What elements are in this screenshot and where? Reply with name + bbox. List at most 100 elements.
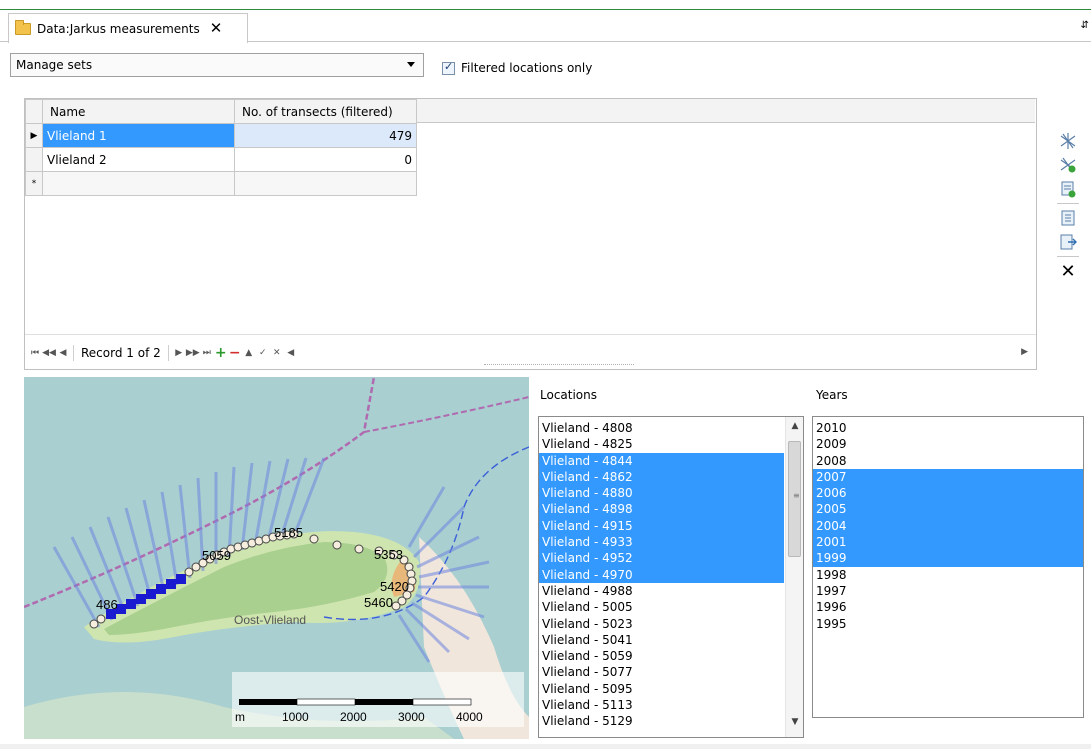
location-list-item[interactable]: Vlieland - 4808 [539, 420, 784, 436]
year-list-item[interactable]: 1996 [813, 599, 1083, 615]
cell-count[interactable]: 479 [234, 123, 417, 148]
location-list-item[interactable]: Vlieland - 4862 [539, 468, 784, 486]
chevron-down-icon [407, 62, 415, 67]
map-label-486: 486 [96, 597, 118, 612]
location-list-item[interactable]: Vlieland - 5023 [539, 616, 784, 632]
filtered-locations-checkbox[interactable] [442, 60, 455, 75]
location-list-item[interactable]: Vlieland - 5113 [539, 697, 784, 713]
scale-tick: 1000 [282, 710, 309, 724]
new-row[interactable]: * [25, 171, 417, 196]
toolbar: Manage sets Filtered locations only [0, 43, 1091, 88]
scroll-right-button[interactable]: ▶ [1021, 347, 1028, 357]
column-header-transects[interactable]: No. of transects (filtered) [234, 99, 417, 124]
next-page-button[interactable]: ▶▶ [186, 344, 200, 362]
export-icon[interactable] [1057, 231, 1079, 253]
locations-items: Vlieland - 4808 Vlieland - 4825 Vlieland -… [539, 417, 803, 730]
year-list-item[interactable]: 2007 [813, 468, 1083, 486]
delete-icon[interactable]: ✕ [1057, 260, 1079, 282]
scroll-thumb[interactable]: ≡ [788, 441, 801, 557]
location-list-item[interactable]: Vlieland - 5005 [539, 599, 784, 615]
scroll-up-icon[interactable]: ▲ [786, 421, 803, 437]
location-list-item[interactable]: Vlieland - 4915 [539, 517, 784, 535]
location-list-item[interactable]: Vlieland - 4952 [539, 550, 784, 567]
map-label-5185: 5185 [274, 525, 303, 540]
year-list-item[interactable]: 1999 [813, 550, 1083, 567]
scale-tick: 3000 [398, 710, 425, 724]
year-list-item[interactable]: 2005 [813, 501, 1083, 518]
grid-header-filler [417, 99, 1035, 123]
year-list-item[interactable]: 2001 [813, 534, 1083, 551]
year-list-item[interactable]: 1998 [813, 567, 1083, 583]
location-list-item[interactable]: Vlieland - 4988 [539, 583, 784, 599]
location-list-item[interactable]: Vlieland - 4844 [539, 452, 784, 469]
year-list-item[interactable]: 2004 [813, 517, 1083, 535]
map-label-5059: 5059 [202, 548, 231, 563]
record-counter: Record 1 of 2 [81, 345, 161, 360]
first-page-button[interactable]: ⏮ [28, 344, 42, 362]
table-row[interactable]: Vlieland 2 0 [25, 147, 417, 172]
year-list-item[interactable]: 1995 [813, 616, 1083, 632]
add-record-button[interactable]: + [214, 344, 228, 362]
next-record-button[interactable]: ▶ [172, 344, 186, 362]
manage-sets-dropdown[interactable]: Manage sets [10, 53, 424, 77]
import-icon[interactable] [1057, 207, 1079, 229]
cell-name[interactable]: Vlieland 2 [42, 147, 235, 172]
location-list-item[interactable]: Vlieland - 4933 [539, 534, 784, 551]
location-list-item[interactable]: Vlieland - 5077 [539, 664, 784, 680]
location-list-item[interactable]: Vlieland - 4970 [539, 566, 784, 583]
year-list-item[interactable]: 2006 [813, 485, 1083, 502]
end-edit-button[interactable]: ✓ [256, 344, 270, 362]
map-view[interactable]: 486 5059 5185 5353 5420 5460 Oost-Vliela… [24, 377, 529, 739]
year-list-item[interactable]: 1997 [813, 583, 1083, 599]
previous-page-button[interactable]: ◀◀ [42, 344, 56, 362]
cell-name[interactable]: Vlieland 1 [42, 123, 235, 148]
tab-bar: Data:Jarkus measurements ✕ ⇵ [0, 10, 1091, 43]
location-list-item[interactable]: Vlieland - 5129 [539, 713, 784, 729]
year-list-item[interactable]: 2010 [813, 420, 1083, 436]
row-header [25, 147, 43, 172]
status-strip [0, 744, 1091, 749]
location-list-item[interactable]: Vlieland - 4825 [539, 436, 784, 452]
location-list-item[interactable]: Vlieland - 4898 [539, 501, 784, 518]
sets-grid: Name No. of transects (filtered) ▶ Vliel… [24, 98, 1037, 370]
location-list-item[interactable]: Vlieland - 4880 [539, 485, 784, 502]
document-tab[interactable]: Data:Jarkus measurements ✕ [8, 13, 248, 43]
side-toolbar: ✕ [1057, 128, 1083, 284]
map-place-label: Oost-Vlieland [234, 613, 306, 627]
current-row-marker: ▶ [25, 123, 43, 148]
edit-record-button[interactable]: ▲ [242, 344, 256, 362]
location-list-item[interactable]: Vlieland - 5095 [539, 681, 784, 697]
cell-count[interactable]: 0 [234, 147, 417, 172]
add-layer-icon[interactable] [1057, 178, 1079, 200]
previous-record-button[interactable]: ◀ [56, 344, 70, 362]
panel-splitter[interactable] [484, 364, 634, 370]
locations-list[interactable]: Vlieland - 4808 Vlieland - 4825 Vlieland -… [538, 416, 804, 738]
map-label-5420: 5420 [380, 579, 409, 594]
year-list-item[interactable]: 2009 [813, 436, 1083, 452]
location-list-item[interactable]: Vlieland - 5059 [539, 648, 784, 664]
select-transects-icon[interactable] [1057, 130, 1079, 152]
map-canvas: 486 5059 5185 5353 5420 5460 Oost-Vliela… [24, 377, 529, 739]
divider [73, 344, 74, 361]
delete-record-button[interactable]: − [228, 344, 242, 362]
scale-tick: 4000 [456, 710, 483, 724]
filtered-locations-toggle[interactable]: Filtered locations only [442, 60, 592, 75]
location-list-item[interactable]: Vlieland - 5041 [539, 632, 784, 648]
folder-icon [15, 19, 31, 35]
divider [1057, 256, 1079, 257]
locations-scrollbar[interactable]: ▲ ≡ ▼ [785, 417, 803, 737]
cell-count-new[interactable] [234, 171, 417, 196]
year-list-item[interactable]: 2008 [813, 453, 1083, 469]
cancel-edit-button[interactable]: ✕ [270, 344, 284, 362]
cell-name-new[interactable] [42, 171, 235, 196]
last-page-button[interactable]: ⏭ [200, 344, 214, 362]
years-list[interactable]: 2010 2009 2008 2007 2006 2005 2004 2001 1999 1998… [812, 416, 1084, 718]
scroll-down-icon[interactable]: ▼ [786, 717, 803, 733]
add-transects-icon[interactable] [1057, 154, 1079, 176]
column-header-name[interactable]: Name [42, 99, 235, 124]
close-icon[interactable]: ✕ [210, 21, 223, 36]
scale-bar: m 1000 2000 3000 4000 [232, 672, 524, 727]
scroll-left-button[interactable]: ◀ [284, 344, 298, 362]
table-row[interactable]: ▶ Vlieland 1 479 [25, 123, 417, 148]
pin-icon[interactable]: ⇵ [1081, 20, 1089, 31]
